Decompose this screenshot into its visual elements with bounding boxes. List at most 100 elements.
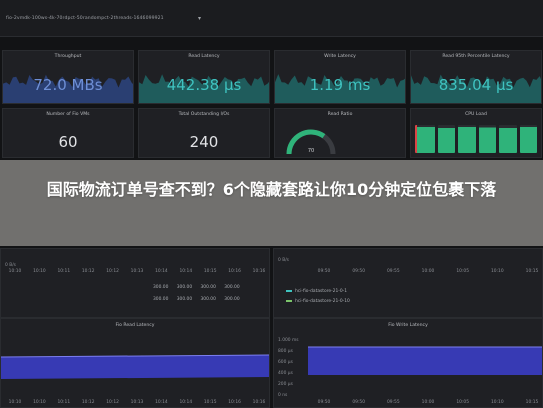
gauge-value: 70 [308,148,314,154]
write-latency-graph: 1.000 ms 800 μs 600 μs 400 μs 200 μs 0 ns 09:… [278,337,542,405]
stat-panel-cpu-load: CPU Load [410,108,542,158]
values-row-1: 300.00 300.00 300.00 300.00 [153,285,240,290]
headline-banner: 国际物流订单号查不到？6个隐藏套路让你10分钟定位包裹下落 [0,160,543,246]
x-tick-label: 10:13 [131,268,144,274]
cell: 300.00 [200,285,216,290]
cpu-load-bars [415,125,537,153]
x-tick-label: 10:16 [228,399,241,405]
cell: 300.00 [153,285,169,290]
x-tick-label: 10:13 [131,399,144,405]
x-tick-label: 10:00 [422,399,435,405]
area-series [308,347,542,375]
panel-title: Total Outstanding I/Os [178,112,230,117]
x-tick-label: 09:50 [318,268,331,274]
y-tick-label: 0 B/s [5,262,17,268]
panel-title: CPU Load [465,112,487,117]
cell: 300.00 [224,285,240,290]
dashboard-breadcrumb[interactable]: fio-2vmdk-100ws-4k-70rdpct-50randompct-2… [6,16,164,21]
datastore-graph-panel: 0 B/s 09:50 09:50 09:55 10:00 10:05 10:10 10:1… [273,248,543,318]
panel-title: Write Latency [324,54,356,59]
legend-swatch [286,289,292,292]
x-tick-label: 10:15 [526,399,539,405]
x-tick-label: 10:11 [57,268,70,274]
x-tick-label: 10:12 [106,399,119,405]
x-tick-label: 10:15 [204,268,217,274]
panel-title: Read Latency [188,54,220,59]
cpu-bar [437,125,455,153]
cpu-bar [415,125,435,153]
x-tick-label: 10:10 [33,268,46,274]
y-tick-label: 600 μs [278,359,294,365]
stat-value: 60 [58,133,78,151]
stat-value: 1.19 ms [309,76,371,94]
x-tick-label: 09:50 [352,399,365,405]
panel-title: Number of Fio VMs [46,112,90,117]
chevron-down-icon[interactable]: ▾ [198,15,201,22]
dashboard-topbar: fio-2vmdk-100ws-4k-70rdpct-50randompct-2… [0,0,543,37]
cell: 300.00 [200,297,216,302]
cell: 300.00 [224,297,240,302]
stat-value: 835.04 μs [438,76,514,94]
stat-panel-read-95th-percentile-latency: Read 95th Percentile Latency 835.04 μs [410,50,542,104]
y-tick-label: 0 ns [278,392,288,398]
throughput-graph: 0 B/s 10:10 10:10 10:11 10:12 10:12 10:13 10:1… [5,262,266,274]
x-tick-label: 10:16 [253,268,266,274]
stat-panel-throughput: Throughput 72.0 MBs [2,50,134,104]
stat-value: 442.38 μs [166,76,242,94]
x-tick-label: 09:50 [318,399,331,405]
y-tick-label: 0 B/s [278,257,290,263]
cell: 300.00 [176,285,193,290]
y-tick-label: 200 μs [278,381,294,387]
gauge-fill [286,129,326,155]
stat-panel-read-ratio: Read Ratio 70 [274,108,406,158]
cpu-bar [458,125,476,153]
fio-write-latency-panel: Fio Write Latency 1.000 ms 800 μs 600 μs 40… [273,318,543,408]
x-tick-label: 09:55 [387,399,400,405]
panel-title: Read 95th Percentile Latency [442,54,510,59]
x-tick-label: 10:11 [57,399,70,405]
stat-panel-write-latency: Write Latency 1.19 ms [274,50,406,104]
stat-value: 240 [189,133,219,151]
panel-title: Throughput [54,54,82,59]
values-row-2: 300.00 300.00 300.00 300.00 [153,297,240,302]
x-tick-label: 10:12 [82,399,95,405]
stat-panel-total-outstanding-i-os: Total Outstanding I/Os 240 [138,108,270,158]
x-tick-label: 10:12 [106,268,119,274]
x-tick-label: 09:50 [352,268,365,274]
x-tick-label: 09:55 [387,268,400,274]
x-tick-label: 10:05 [456,399,469,405]
x-tick-label: 10:10 [491,399,504,405]
cpu-bar [478,125,496,153]
x-tick-label: 10:05 [456,268,469,274]
x-tick-label: 10:10 [33,399,46,405]
cell: 300.00 [153,297,169,302]
cell: 300.00 [176,297,193,302]
area-series [1,355,269,379]
stat-panel-number-of-fio-vms: Number of Fio VMs 60 [2,108,134,158]
x-tick-label: 10:12 [82,268,95,274]
x-tick-label: 10:14 [155,399,168,405]
x-tick-label: 10:14 [155,268,168,274]
legend-swatch [286,299,292,302]
read-latency-graph: 10:10 10:10 10:11 10:12 10:12 10:13 10:14 10:14… [1,354,269,405]
x-tick-label: 10:10 [9,268,22,274]
legend-item[interactable]: hci-fio-datastore-21-0-10 [286,299,350,304]
x-tick-label: 10:14 [179,399,192,405]
x-tick-label: 10:10 [9,399,22,405]
x-tick-label: 10:16 [228,268,241,274]
x-tick-label: 10:14 [179,268,192,274]
x-tick-label: 10:00 [422,268,435,274]
cpu-bar [519,125,537,153]
legend-item[interactable]: hci-fio-datastore-21-0-1 [286,289,347,294]
stat-panel-read-latency: Read Latency 442.38 μs [138,50,270,104]
cpu-bar [499,125,517,153]
headline-text: 国际物流订单号查不到？6个隐藏套路让你10分钟定位包裹下落 [46,180,497,199]
x-tick-label: 10:15 [204,399,217,405]
x-tick-label: 10:10 [491,268,504,274]
y-tick-label: 400 μs [278,370,294,376]
x-tick-label: 10:16 [253,399,266,405]
read-ratio-gauge: 70 [286,129,336,155]
y-tick-label: 800 μs [278,348,294,354]
fio-read-latency-panel: Fio Read Latency 10:10 10:10 10:11 10:12 10:… [0,318,270,408]
datastore-graph: 0 B/s 09:50 09:50 09:55 10:00 10:05 10:10 10:1… [278,257,539,274]
